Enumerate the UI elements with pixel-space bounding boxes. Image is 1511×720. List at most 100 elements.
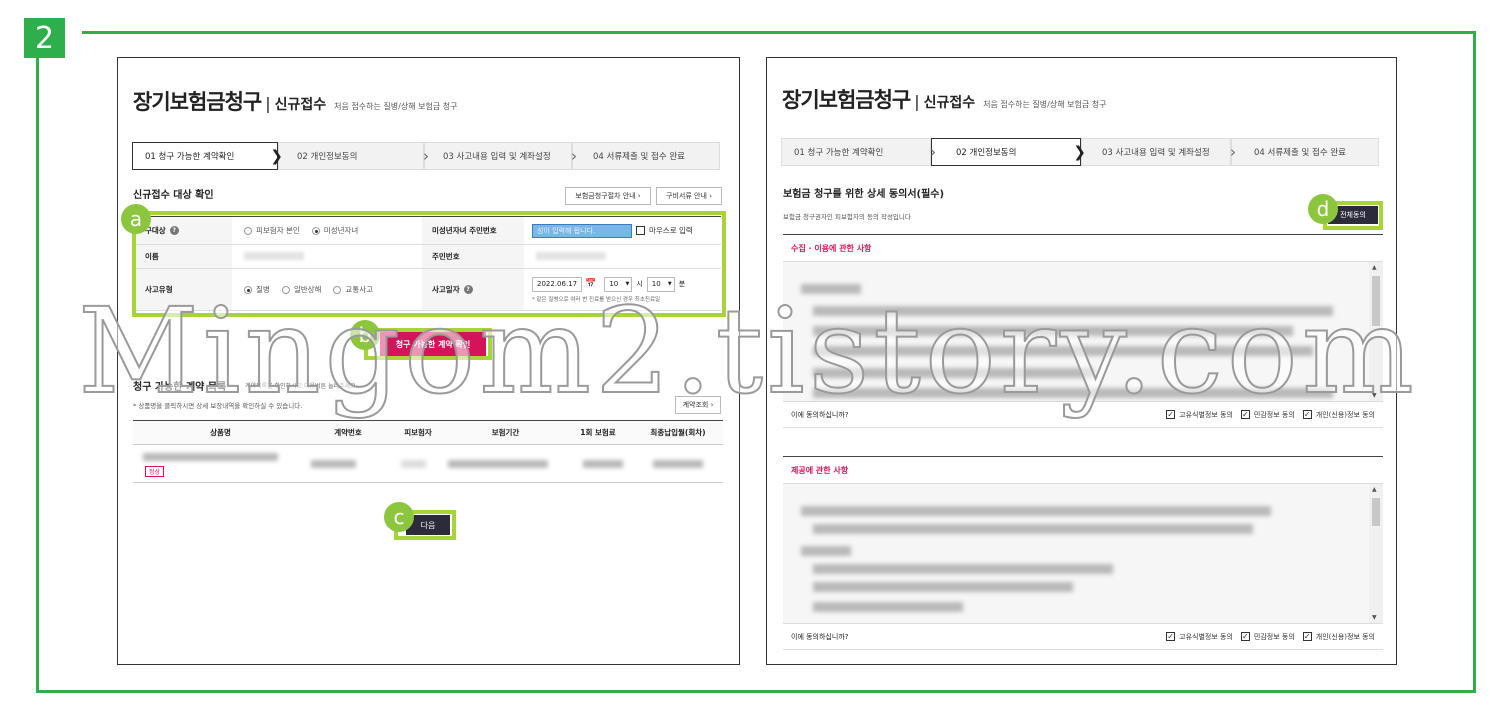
checkbox-label: 고유식별정보 동의 [1179,632,1233,641]
claim-guide-button[interactable]: 보험금청구절차 안내 › [565,187,651,205]
consent-text-box[interactable]: ▲ ▼ [783,484,1383,624]
blurred-product [143,453,278,461]
blurred-last-paid [653,460,703,468]
scroll-down-icon[interactable]: ▼ [1372,614,1377,621]
progress-steps: 01 청구 가능한 계약확인 ❯ 02 개인정보동의 › 03 사고내용 입력 및 … [132,142,720,170]
scroll-up-icon[interactable]: ▲ [1372,486,1377,493]
step-label: 02 개인정보동의 [956,148,1017,158]
checkbox-label: 민감정보 동의 [1253,632,1295,641]
step-label: 01 청구 가능한 계약확인 [145,152,235,162]
blurred-text [813,388,1333,398]
table-header: 상품명 계약번호 피보험자 보험기간 1회 보험료 최종납입월(회차) [133,421,723,445]
agree-checks: ✓ 고유식별정보 동의 ✓ 민감정보 동의 ✓ 개인(신용)정보 동의 [1158,632,1383,642]
col-period: 보험기간 [491,428,520,437]
page-subtitle: 신규접수 [923,95,976,111]
blurred-premium [583,460,623,468]
page-subtitle: 신규접수 [274,97,327,113]
list-title: 청구 가능한 계약 목록 [133,382,227,393]
checkbox-label: 개인(신용)정보 동의 [1315,410,1375,419]
col-contract-no: 계약번호 [334,428,362,437]
step-label: 04 서류제출 및 접수 완료 [593,152,686,162]
step-label: 03 사고내용 입력 및 계좌설정 [1102,148,1210,158]
scrollbar[interactable]: ▲ ▼ [1369,262,1383,401]
step-2[interactable]: 02 개인정보동의 › [278,142,429,170]
consent-text-box[interactable]: ▲ ▼ [783,262,1383,402]
step-4[interactable]: 04 서류제출 및 접수 완료 [572,142,720,170]
agree-question: 이에 동의하십니까? [791,410,849,419]
sensitive-info-consent-checkbox[interactable]: ✓ 민감정보 동의 [1240,410,1295,420]
checkmark-icon: ✓ [1240,410,1250,419]
col-insured: 피보험자 [404,428,432,437]
chevron-right-icon: › [1230,143,1236,161]
list-note: * 상품명을 클릭하시면 상세 보장내역을 확인하실 수 있습니다. [133,402,303,410]
col-premium: 1회 보험료 [580,428,616,437]
credit-info-consent-checkbox[interactable]: ✓ 개인(신용)정보 동의 [1302,632,1375,642]
checkbox-label: 민감정보 동의 [1253,410,1295,419]
left-screen: 장기보험금청구 | 신규접수 처음 접수하는 질병/상해 보험금 청구 01 청… [117,57,740,665]
checkbox-label: 고유식별정보 동의 [1179,410,1233,419]
checkmark-icon: ✓ [1302,410,1312,419]
step-4[interactable]: 04 서류제출 및 접수 완료 [1231,138,1379,166]
step-label: 01 청구 가능한 계약확인 [794,148,884,158]
title-separator: | [265,94,271,113]
checkmark-icon: ✓ [1240,632,1250,641]
checkmark-icon: ✓ [1302,632,1312,641]
scroll-up-icon[interactable]: ▲ [1372,264,1377,271]
step-label: 03 사고내용 입력 및 계좌설정 [443,152,551,162]
provide-section: 제공에 관한 사항 ▲ ▼ 이에 동의하십니까? ✓ 고유식별정보 동의 ✓ 민감정… [783,456,1383,650]
section-title: 신규접수 대상 확인 [133,190,214,201]
step-label: 02 개인정보동의 [297,152,358,162]
page-description: 처음 접수하는 질병/상해 보험금 청구 [334,102,458,111]
consent-note: 보험금 청구권자인 피보험자의 동의 작성입니다 [783,213,911,221]
agree-checks: ✓ 고유식별정보 동의 ✓ 민감정보 동의 ✓ 개인(신용)정보 동의 [1158,410,1383,420]
blurred-text [801,284,861,294]
blurred-text [813,564,1113,574]
agree-row: 이에 동의하십니까? ✓ 고유식별정보 동의 ✓ 민감정보 동의 ✓ 개인(신용)정보… [783,624,1383,650]
step-1[interactable]: 01 청구 가능한 계약확인 › [781,138,936,166]
chevron-right-icon: › [423,147,429,165]
section-heading: 수집 · 이용에 관한 사항 [783,234,1383,262]
step-3[interactable]: 03 사고내용 입력 및 계좌설정 › [424,142,577,170]
page-title: 장기보험금청구 [782,88,911,112]
list-hint: 계약목록을 확인하시고 다음버튼 눌러주세요. [245,383,358,390]
blurred-text [813,368,1093,378]
checkmark-icon: ✓ [1166,632,1176,641]
marker-d: d [1308,194,1338,224]
marker-c: c [384,502,414,532]
contract-table: 상품명 계약번호 피보험자 보험기간 1회 보험료 최종납입월(회차) 정상 [133,420,723,483]
chevron-right-icon: › [930,143,936,161]
checkmark-icon: ✓ [1166,410,1176,419]
blurred-insured [401,460,426,468]
table-row[interactable]: 정상 [133,445,723,483]
collect-use-section: 수집 · 이용에 관한 사항 ▲ ▼ 이에 동의하십니까? ✓ 고유식별정보 동의… [783,234,1383,428]
blurred-text [813,524,1253,534]
unique-id-consent-checkbox[interactable]: ✓ 고유식별정보 동의 [1166,632,1233,642]
scrollbar[interactable]: ▲ ▼ [1369,484,1383,623]
step-label: 04 서류제출 및 접수 완료 [1254,148,1347,158]
chevron-right-icon: ❯ [1073,143,1086,161]
scroll-down-icon[interactable]: ▼ [1372,392,1377,399]
step-3[interactable]: 03 사고내용 입력 및 계좌설정 › [1081,138,1236,166]
scroll-thumb[interactable] [1372,276,1380,326]
step-1[interactable]: 01 청구 가능한 계약확인 ❯ [132,142,283,170]
contract-search-button[interactable]: 계약조회 › [675,396,721,414]
credit-info-consent-checkbox[interactable]: ✓ 개인(신용)정보 동의 [1302,410,1375,420]
marker-b: b [350,320,380,350]
title-separator: | [914,92,920,111]
blurred-text [813,306,1333,316]
scroll-thumb[interactable] [1372,498,1380,526]
col-last-paid: 최종납입월(회차) [650,428,706,437]
step-2[interactable]: 02 개인정보동의 ❯ [931,138,1086,166]
status-badge: 정상 [145,466,165,477]
agree-question: 이에 동의하십니까? [791,632,849,641]
col-product: 상품명 [210,428,231,437]
progress-steps: 01 청구 가능한 계약확인 › 02 개인정보동의 ❯ 03 사고내용 입력 및 … [781,138,1379,166]
blurred-text [801,506,1271,516]
blurred-text [813,346,1313,356]
sensitive-info-consent-checkbox[interactable]: ✓ 민감정보 동의 [1240,632,1295,642]
unique-id-consent-checkbox[interactable]: ✓ 고유식별정보 동의 [1166,410,1233,420]
docs-guide-button[interactable]: 구비서류 안내 › [656,187,722,205]
blurred-period [448,460,548,468]
page-title: 장기보험금청구 [133,90,262,114]
page-header: 장기보험금청구 | 신규접수 처음 접수하는 질병/상해 보험금 청구 [133,86,457,116]
